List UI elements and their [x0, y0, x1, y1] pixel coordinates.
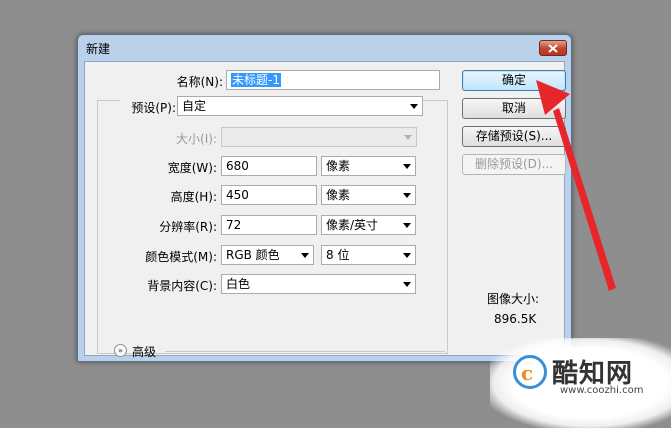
close-icon: [548, 43, 558, 53]
width-input-value: 680: [226, 159, 249, 173]
bit-depth-select[interactable]: 8 位: [321, 245, 416, 265]
chevron-down-icon: [410, 104, 418, 109]
image-size-label: 图像大小:: [487, 292, 540, 306]
save-preset-button[interactable]: 存储预设(S)...: [462, 126, 566, 147]
background-select[interactable]: 白色: [221, 274, 416, 294]
chevron-down-icon: [403, 253, 411, 258]
site-watermark: c 酷知网 www.coozhi.com: [490, 338, 671, 428]
dialog-title: 新建: [86, 42, 111, 56]
name-label: 名称(N):: [176, 75, 223, 89]
color-mode-select[interactable]: RGB 颜色: [221, 245, 314, 265]
height-unit-value: 像素: [326, 188, 351, 202]
chevron-down-icon: [403, 223, 411, 228]
bit-depth-value: 8 位: [326, 248, 350, 262]
resolution-label: 分辨率(R):: [159, 220, 217, 234]
delete-preset-button: 删除预设(D)...: [462, 154, 566, 175]
chevron-down-icon: [404, 135, 412, 140]
background-label: 背景内容(C):: [147, 279, 217, 293]
new-document-dialog: 新建 名称(N): 未标题-1 预设(P): 自定 大小(I): 宽度(W): …: [77, 34, 572, 362]
preset-select[interactable]: 自定: [177, 96, 423, 116]
cancel-button[interactable]: 取消: [462, 98, 566, 119]
preset-label: 预设(P):: [120, 99, 178, 116]
watermark-logo-icon: c: [513, 355, 547, 389]
dialog-titlebar[interactable]: 新建: [78, 35, 571, 61]
width-unit-value: 像素: [326, 159, 351, 173]
height-unit-select[interactable]: 像素: [321, 185, 416, 205]
color-mode-label: 颜色模式(M):: [145, 250, 217, 264]
resolution-input-value: 72: [226, 218, 242, 232]
height-input-value: 450: [226, 188, 249, 202]
width-input[interactable]: 680: [221, 156, 317, 176]
size-label: 大小(I):: [176, 132, 217, 146]
name-input[interactable]: 未标题-1: [226, 70, 440, 90]
watermark-url: www.coozhi.com: [560, 385, 644, 396]
advanced-label[interactable]: 高级: [132, 343, 156, 360]
resolution-input[interactable]: 72: [221, 215, 317, 235]
advanced-divider: [165, 351, 445, 352]
name-input-value: 未标题-1: [231, 73, 281, 87]
color-mode-value: RGB 颜色: [226, 248, 280, 262]
background-value: 白色: [226, 277, 251, 291]
width-label: 宽度(W):: [167, 161, 217, 175]
preset-select-value: 自定: [182, 99, 207, 113]
size-select: [221, 127, 417, 147]
close-button[interactable]: [539, 40, 567, 56]
dialog-body: 名称(N): 未标题-1 预设(P): 自定 大小(I): 宽度(W): 680…: [84, 61, 566, 359]
height-input[interactable]: 450: [221, 185, 317, 205]
chevron-down-icon: [403, 164, 411, 169]
chevron-down-icon: [301, 253, 309, 258]
width-unit-select[interactable]: 像素: [321, 156, 416, 176]
chevron-down-icon: [403, 193, 411, 198]
resolution-unit-value: 像素/英寸: [326, 218, 379, 232]
chevron-down-icon: [403, 282, 411, 287]
resolution-unit-select[interactable]: 像素/英寸: [321, 215, 416, 235]
height-label: 高度(H):: [170, 190, 217, 204]
expand-advanced-icon[interactable]: »: [114, 344, 127, 357]
ok-button[interactable]: 确定: [462, 70, 566, 91]
image-size-value: 896.5K: [494, 312, 537, 326]
